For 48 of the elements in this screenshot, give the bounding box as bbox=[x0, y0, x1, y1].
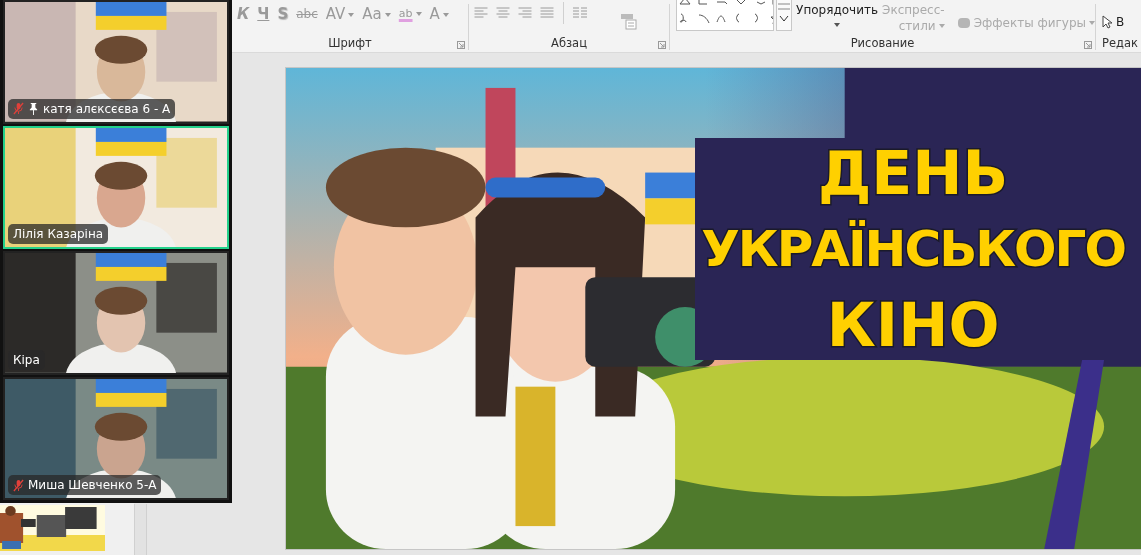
gallery-more-button[interactable] bbox=[776, 0, 793, 31]
group-label: Абзац bbox=[551, 36, 587, 50]
caret-icon bbox=[348, 12, 355, 17]
participant-name: Лілія Казаріна bbox=[13, 226, 104, 242]
group-label: Шрифт bbox=[328, 36, 372, 50]
format-button[interactable]: Aa bbox=[359, 3, 394, 25]
caret-icon bbox=[442, 12, 449, 17]
caret-icon bbox=[938, 24, 945, 28]
dialog-launcher-icon[interactable] bbox=[658, 41, 666, 49]
shape-effects-icon bbox=[956, 17, 971, 29]
video-tile[interactable]: Миша Шевченко 5-А bbox=[3, 376, 229, 500]
format-button[interactable]: A bbox=[426, 3, 452, 25]
align-center-icon[interactable] bbox=[496, 7, 510, 19]
shapes-gallery[interactable] bbox=[676, 0, 775, 31]
participant-name: катя алєксєєва 6 - А bbox=[43, 100, 171, 117]
caret-icon bbox=[834, 23, 841, 27]
slide-title: ДЕНЬ bbox=[817, 138, 1009, 208]
align-right-icon[interactable] bbox=[518, 7, 532, 19]
video-tile[interactable]: катя алєксєєва 6 - А bbox=[3, 0, 229, 124]
format-button[interactable]: ab bbox=[395, 3, 425, 25]
justify-icon[interactable] bbox=[540, 7, 554, 19]
select-button[interactable]: В bbox=[1102, 14, 1125, 30]
scrollbar[interactable] bbox=[134, 504, 147, 555]
video-tile[interactable]: Лілія Казаріна bbox=[3, 125, 229, 249]
group-label: Редак bbox=[1102, 36, 1138, 50]
columns-icon[interactable] bbox=[573, 7, 587, 19]
caret-icon bbox=[384, 12, 391, 17]
format-button[interactable]: abc bbox=[293, 3, 321, 25]
video-tile[interactable]: Кіра bbox=[3, 251, 229, 375]
slide[interactable]: ДЕНЬ УКРАЇНСЬКОГО КІНО bbox=[285, 67, 1141, 550]
dialog-launcher-icon[interactable] bbox=[457, 41, 465, 49]
text-direction-icon[interactable] bbox=[620, 14, 640, 30]
slide-title: УКРАЇНСЬКОГО bbox=[701, 219, 1125, 280]
slide-title: КІНО bbox=[826, 290, 1000, 360]
format-button[interactable]: S bbox=[274, 3, 292, 25]
participant-name: Кіра bbox=[13, 351, 40, 368]
caret-icon bbox=[1089, 21, 1095, 25]
group-label: Рисование bbox=[850, 36, 915, 50]
quick-styles-button[interactable]: Экспресс- стили bbox=[882, 2, 945, 34]
format-button[interactable]: AV bbox=[322, 3, 358, 25]
format-button[interactable]: Ч bbox=[254, 3, 273, 25]
shape-effects-button[interactable]: Эффекты фигуры bbox=[956, 15, 1095, 31]
caret-icon bbox=[415, 12, 422, 16]
participant-name: Миша Шевченко 5-А bbox=[28, 477, 157, 493]
align-left-icon[interactable] bbox=[474, 7, 488, 19]
dialog-launcher-icon[interactable] bbox=[1084, 41, 1092, 49]
format-button[interactable]: К bbox=[234, 3, 253, 25]
arrange-button[interactable]: Упорядочить bbox=[794, 2, 880, 27]
